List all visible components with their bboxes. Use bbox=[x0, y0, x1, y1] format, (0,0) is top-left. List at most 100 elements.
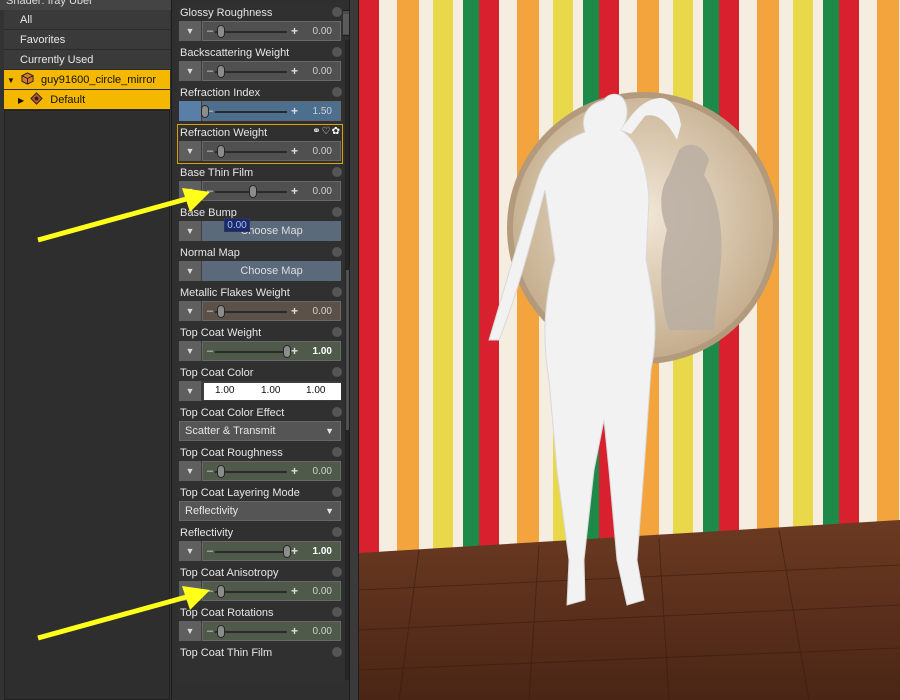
choose-map-button[interactable]: Choose Map bbox=[202, 221, 341, 241]
slider-value[interactable]: 0.00 bbox=[313, 466, 332, 477]
plus-icon[interactable]: + bbox=[291, 464, 298, 478]
minus-icon[interactable]: – bbox=[207, 465, 213, 477]
slider-knob[interactable] bbox=[283, 345, 291, 358]
gear-icon[interactable] bbox=[332, 527, 342, 537]
slider-knob[interactable] bbox=[217, 585, 225, 598]
slider-value[interactable]: 0.00 bbox=[313, 146, 332, 157]
slider[interactable]: – +0.00 bbox=[202, 61, 341, 81]
expand-triangle-icon[interactable]: ▶ bbox=[18, 91, 24, 111]
minus-icon[interactable]: – bbox=[207, 625, 213, 637]
plus-icon[interactable]: + bbox=[291, 104, 298, 118]
gear-icon[interactable] bbox=[332, 7, 342, 17]
plus-icon[interactable]: + bbox=[291, 24, 298, 38]
plus-icon[interactable]: + bbox=[291, 584, 298, 598]
layering-mode-select[interactable]: Reflectivity ▼ bbox=[179, 501, 341, 521]
slider-value[interactable]: 1.50 bbox=[313, 106, 332, 117]
slider-value[interactable]: 0.00 bbox=[313, 26, 332, 37]
gear-icon[interactable] bbox=[332, 247, 342, 257]
gear-icon[interactable] bbox=[332, 607, 342, 617]
slider-track[interactable] bbox=[215, 471, 287, 473]
dropdown-arrow-icon[interactable]: ▼ bbox=[179, 221, 201, 241]
slider-knob[interactable] bbox=[217, 25, 225, 38]
minus-icon[interactable]: – bbox=[207, 25, 213, 37]
slider[interactable]: – +0.00 bbox=[202, 181, 341, 201]
minus-icon[interactable]: – bbox=[207, 145, 213, 157]
minus-icon[interactable]: – bbox=[207, 545, 213, 557]
gear-icon[interactable] bbox=[332, 487, 342, 497]
slider-track[interactable] bbox=[215, 551, 287, 553]
minus-icon[interactable]: – bbox=[207, 65, 213, 77]
color-g-value[interactable]: 1.00 bbox=[261, 385, 280, 396]
slider-value[interactable]: 0.00 bbox=[313, 306, 332, 317]
link-icon[interactable]: ⚭ bbox=[312, 126, 321, 137]
dropdown-arrow-icon[interactable]: ▼ bbox=[179, 21, 201, 41]
slider-knob[interactable] bbox=[249, 185, 257, 198]
slider-value[interactable]: 0.00 bbox=[313, 586, 332, 597]
dropdown-arrow-icon[interactable]: ▼ bbox=[179, 581, 201, 601]
dropdown-arrow-icon[interactable]: ▼ bbox=[179, 461, 201, 481]
gear-icon[interactable] bbox=[332, 87, 342, 97]
slider-knob[interactable] bbox=[217, 145, 225, 158]
gear-icon[interactable] bbox=[332, 207, 342, 217]
dropdown-arrow-icon[interactable]: ▼ bbox=[179, 541, 201, 561]
minus-icon[interactable]: – bbox=[207, 585, 213, 597]
tree-item-all[interactable]: All bbox=[4, 10, 170, 30]
dropdown-arrow-icon[interactable]: ▼ bbox=[179, 261, 201, 281]
slider-track[interactable] bbox=[215, 311, 287, 313]
slider-track[interactable] bbox=[215, 111, 287, 113]
render-viewport[interactable] bbox=[359, 0, 900, 700]
minus-icon[interactable]: – bbox=[207, 185, 213, 197]
gear-icon[interactable] bbox=[332, 447, 342, 457]
gear-icon[interactable] bbox=[332, 647, 342, 657]
slider-knob[interactable] bbox=[217, 65, 225, 78]
slider-track[interactable] bbox=[215, 351, 287, 353]
plus-icon[interactable]: + bbox=[291, 144, 298, 158]
plus-icon[interactable]: + bbox=[291, 304, 298, 318]
slider[interactable]: – +0.00 bbox=[202, 301, 341, 321]
color-swatch[interactable]: 1.00 1.00 1.00 bbox=[204, 383, 341, 400]
slider[interactable]: – +0.00 bbox=[202, 21, 341, 41]
color-r-value[interactable]: 1.00 bbox=[215, 385, 234, 396]
slider-knob[interactable] bbox=[217, 625, 225, 638]
slider[interactable]: – +1.50 bbox=[201, 101, 341, 121]
plus-icon[interactable]: + bbox=[291, 544, 298, 558]
color-effect-select[interactable]: Scatter & Transmit ▼ bbox=[179, 421, 341, 441]
choose-map-button[interactable]: Choose Map bbox=[202, 261, 341, 281]
slider-track[interactable] bbox=[215, 151, 287, 153]
panel-splitter[interactable] bbox=[349, 0, 359, 700]
slider[interactable]: – +1.00 bbox=[202, 541, 341, 561]
slider[interactable]: – +0.00 bbox=[202, 141, 341, 161]
plus-icon[interactable]: + bbox=[291, 64, 298, 78]
minus-icon[interactable]: – bbox=[207, 305, 213, 317]
slider[interactable]: – +0.00 bbox=[202, 461, 341, 481]
dropdown-arrow-icon[interactable]: ▼ bbox=[179, 301, 201, 321]
gear-icon[interactable]: ✿ bbox=[332, 126, 341, 137]
tree-item-favorites[interactable]: Favorites bbox=[4, 30, 170, 50]
gear-icon[interactable] bbox=[332, 327, 342, 337]
slider-track[interactable] bbox=[215, 631, 287, 633]
gear-icon[interactable] bbox=[332, 287, 342, 297]
collapse-triangle-icon[interactable]: ▼ bbox=[7, 71, 15, 91]
slider-knob[interactable] bbox=[217, 305, 225, 318]
slider[interactable]: – +0.00 bbox=[202, 581, 341, 601]
slider-value[interactable]: 0.00 bbox=[313, 626, 332, 637]
dropdown-arrow-icon[interactable]: ▼ bbox=[179, 341, 201, 361]
tree-item-mirror-object[interactable]: ▼ guy91600_circle_mirror bbox=[4, 70, 170, 90]
heart-icon[interactable]: ♡ bbox=[322, 126, 332, 137]
dropdown-arrow-icon[interactable]: ▼ bbox=[179, 621, 201, 641]
slider-value[interactable]: 1.00 bbox=[313, 346, 332, 357]
plus-icon[interactable]: + bbox=[291, 344, 298, 358]
slider[interactable]: – +0.00 bbox=[202, 621, 341, 641]
slider[interactable]: – +1.00 bbox=[202, 341, 341, 361]
slider-value[interactable]: 1.00 bbox=[313, 546, 332, 557]
slider-knob[interactable] bbox=[283, 545, 291, 558]
plus-icon[interactable]: + bbox=[291, 184, 298, 198]
slider-knob[interactable] bbox=[217, 465, 225, 478]
tree-item-currently-used[interactable]: Currently Used bbox=[4, 50, 170, 70]
slider-value[interactable]: 0.00 bbox=[313, 186, 332, 197]
slider-knob[interactable] bbox=[201, 105, 209, 118]
dropdown-arrow-icon[interactable]: ▼ bbox=[179, 181, 201, 201]
gear-icon[interactable] bbox=[332, 567, 342, 577]
dropdown-arrow-icon[interactable]: ▼ bbox=[179, 141, 201, 161]
gear-icon[interactable] bbox=[332, 367, 342, 377]
